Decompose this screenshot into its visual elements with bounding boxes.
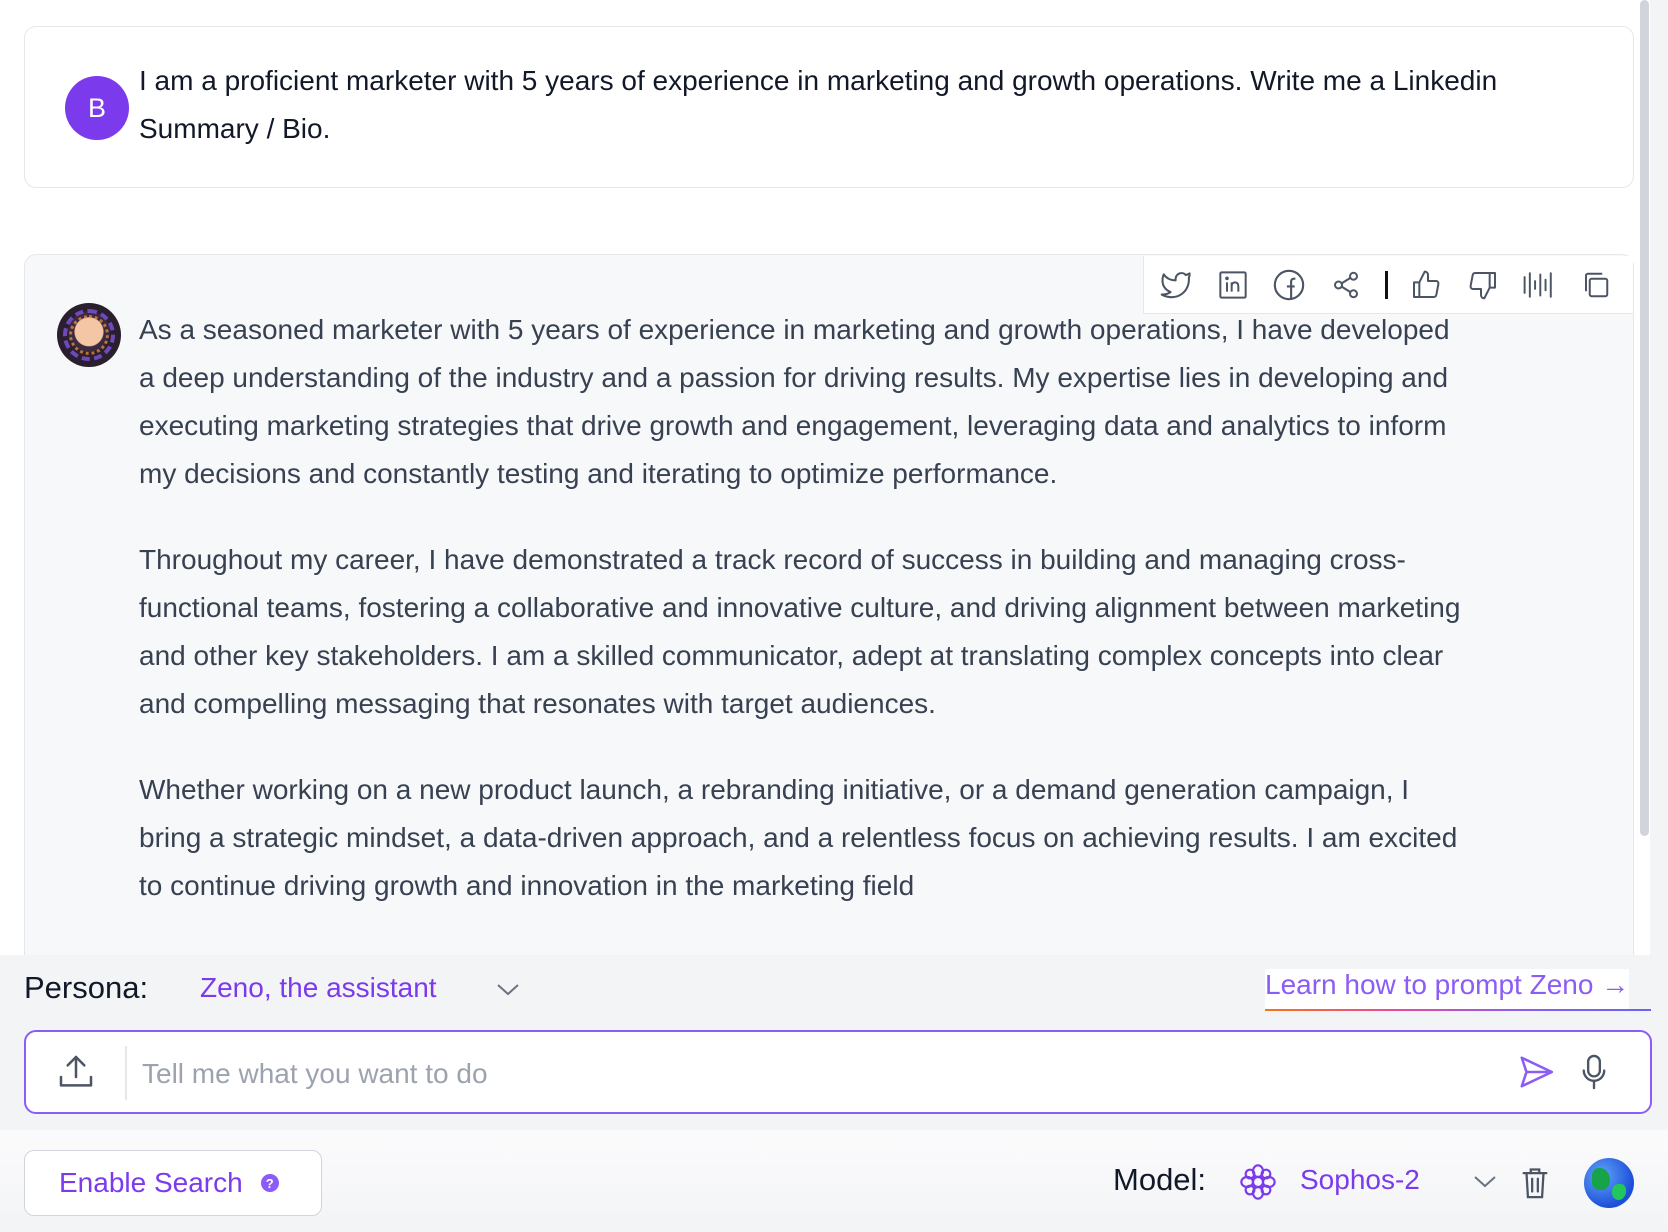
audio-waveform-icon[interactable] [1519,265,1559,305]
enable-search-button[interactable]: Enable Search ? [24,1150,322,1216]
persona-select[interactable]: Zeno, the assistant [200,972,437,1004]
linkedin-icon[interactable] [1213,265,1253,305]
thumbs-up-icon[interactable] [1406,265,1446,305]
share-icon[interactable] [1326,265,1366,305]
user-message: B I am a proficient marketer with 5 year… [24,26,1634,188]
chat-scrollbar[interactable] [1640,0,1649,836]
assistant-message-text: As a seasoned marketer with 5 years of e… [139,306,1469,948]
facebook-icon[interactable] [1270,265,1310,305]
chevron-down-icon[interactable] [1472,1174,1498,1195]
prompt-input-box [24,1030,1652,1114]
send-icon[interactable] [1514,1050,1558,1094]
input-divider [125,1046,127,1100]
copy-icon[interactable] [1576,265,1616,305]
persona-label: Persona: [24,970,149,1005]
prompt-input[interactable] [140,1046,1504,1102]
assistant-paragraph: Throughout my career, I have demonstrate… [139,544,1461,719]
assistant-message: As a seasoned marketer with 5 years of e… [24,254,1634,955]
model-flower-icon [1238,1162,1278,1207]
enable-search-label: Enable Search [59,1167,243,1198]
upload-icon[interactable] [54,1050,98,1094]
user-message-text: I am a proficient marketer with 5 years … [139,65,1498,144]
chevron-down-icon[interactable] [495,982,521,1003]
link-underline [1265,1009,1651,1011]
chat-area: B I am a proficient marketer with 5 year… [0,0,1650,955]
thumbs-down-icon[interactable] [1463,265,1503,305]
model-select[interactable]: Sophos-2 [1300,1164,1420,1196]
help-icon[interactable]: ? [260,1174,279,1192]
assistant-paragraph: Whether working on a new product launch,… [139,774,1458,901]
twitter-icon[interactable] [1156,265,1196,305]
toolbar-divider [1385,270,1388,299]
user-avatar: B [65,76,129,140]
learn-prompt-link[interactable]: Learn how to prompt Zeno → [1265,969,1630,1009]
trash-icon[interactable] [1520,1166,1550,1205]
microphone-icon[interactable] [1574,1050,1614,1094]
assistant-avatar [57,303,121,367]
assistant-paragraph: As a seasoned marketer with 5 years of e… [139,314,1450,489]
model-label: Model: [1113,1162,1207,1197]
globe-icon[interactable] [1584,1158,1634,1208]
